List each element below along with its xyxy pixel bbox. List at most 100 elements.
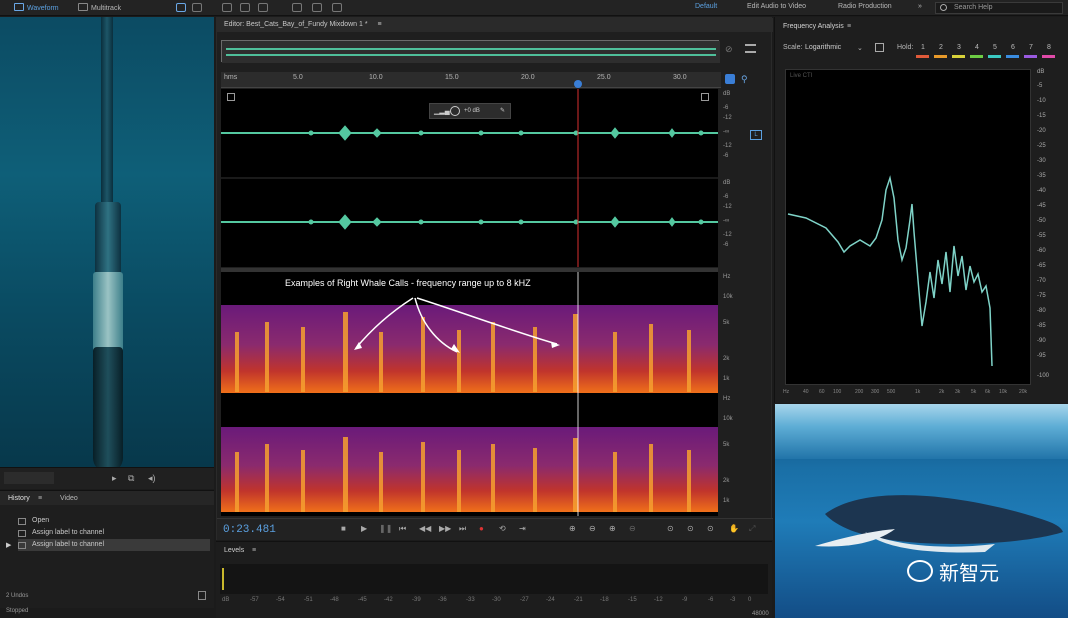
level-bars-icon: ▁▂▄ (434, 108, 450, 115)
lasso-tool-icon[interactable] (292, 3, 302, 12)
brush-tool-icon[interactable] (312, 3, 322, 12)
editor-menu-icon[interactable]: ≡ (378, 21, 382, 28)
tab-history[interactable]: History (8, 495, 30, 502)
spectral-pitch-icon[interactable] (192, 3, 202, 12)
amplitude-knob[interactable] (450, 106, 460, 116)
record-button[interactable]: ● (479, 524, 484, 533)
hold-button-8[interactable]: 8 (1043, 44, 1055, 51)
zoom-in-amplitude-icon[interactable]: ⊕ (569, 524, 576, 533)
freq-menu-icon[interactable]: ≡ (847, 23, 851, 30)
playhead-handle[interactable] (574, 80, 582, 88)
top-left-corner-icon[interactable] (227, 93, 235, 101)
zoom-reset-icon[interactable]: ⤢ (749, 524, 755, 534)
levels-menu-icon[interactable]: ≡ (252, 547, 256, 554)
hold-button-4[interactable]: 4 (971, 44, 983, 51)
fast-forward-button[interactable]: ▶▶ (439, 524, 451, 533)
frequency-plot[interactable]: Live CTI (785, 69, 1031, 385)
history-item[interactable]: Assign label to channel (18, 527, 210, 539)
status-text: Stopped (0, 608, 214, 618)
ruler-tick: 20.0 (521, 74, 535, 81)
multitrack-mode-button[interactable]: Multitrack (78, 3, 121, 12)
spectrogram-annotation: Examples of Right Whale Calls - frequenc… (285, 278, 531, 288)
workspace-default[interactable]: Default (695, 3, 717, 10)
video-volume-icon[interactable]: ◂) (148, 473, 156, 484)
tab-video[interactable]: Video (60, 495, 78, 502)
hold-button-7[interactable]: 7 (1025, 44, 1037, 51)
history-menu-icon[interactable]: ≡ (38, 495, 42, 502)
more-workspaces-icon[interactable]: » (918, 3, 922, 10)
editor-panel: Editor: Best_Cats_Bay_of_Fundy Mixdown 1… (216, 17, 773, 540)
hold-button-1[interactable]: 1 (917, 44, 929, 51)
hz-scale-bottom: Hz 10k 5k 2k 1k (723, 396, 733, 504)
pin-icon[interactable]: ⚲ (741, 74, 748, 85)
hydrophone-mid (93, 272, 123, 352)
skip-selection-button[interactable]: ⇥ (519, 524, 526, 533)
hold-button-5[interactable]: 5 (989, 44, 1001, 51)
freq-title: Frequency Analysis (783, 23, 844, 30)
hold-color-6 (1006, 55, 1019, 58)
spectral-display-icon[interactable] (176, 3, 186, 12)
levels-title: Levels (224, 547, 245, 554)
loop-button[interactable]: ⟲ (499, 524, 506, 533)
move-to-start-button[interactable]: ⏮ (399, 524, 406, 534)
history-item[interactable]: Open (18, 515, 210, 527)
hydrophone-bottom (93, 347, 123, 467)
waveform-display[interactable]: ▁▂▄ +0 dB ✎ (221, 89, 718, 267)
video-fit-icon[interactable]: ⧉ (128, 473, 134, 484)
chevron-down-icon[interactable]: ⌄ (857, 44, 863, 52)
play-button[interactable]: ▶ (361, 524, 367, 533)
freq-copy-icon[interactable] (875, 43, 884, 52)
pin-hud-icon[interactable]: ✎ (500, 107, 505, 114)
amplitude-value: +0 dB (464, 108, 480, 114)
snap-icon[interactable] (725, 74, 735, 84)
zoom-overview-icon[interactable]: ⊘ (725, 44, 737, 56)
move-to-end-button[interactable]: ⏭ (459, 524, 466, 534)
amplitude-hud[interactable]: ▁▂▄ +0 dB ✎ (429, 103, 511, 119)
waveform-mode-button[interactable]: Waveform (14, 3, 59, 12)
zoom-full-icon[interactable]: ⊙ (667, 524, 674, 533)
history-item-selected[interactable]: Assign label to channel (18, 539, 210, 551)
rewind-button[interactable]: ◀◀ (419, 524, 431, 533)
video-controls: ▸ ⧉ ◂) (0, 467, 214, 489)
razor-tool-icon[interactable] (240, 3, 250, 12)
top-right-corner-icon[interactable] (701, 93, 709, 101)
hold-label: Hold: (897, 44, 914, 51)
hold-color-2 (934, 55, 947, 58)
pause-button[interactable]: ❚❚ (379, 524, 392, 533)
hold-button-3[interactable]: 3 (953, 44, 965, 51)
spectral-display[interactable]: Examples of Right Whale Calls - frequenc… (221, 268, 718, 516)
stop-button[interactable]: ■ (341, 524, 346, 533)
workspace-radio-production[interactable]: Radio Production (838, 3, 892, 10)
hold-color-5 (988, 55, 1001, 58)
hold-button-6[interactable]: 6 (1007, 44, 1019, 51)
search-help-input[interactable]: Search Help (935, 2, 1063, 14)
editor-tab[interactable]: Editor: Best_Cats_Bay_of_Fundy Mixdown 1… (217, 18, 773, 32)
whale-illustration (815, 495, 1063, 553)
trash-icon[interactable] (198, 591, 206, 600)
video-play-icon[interactable]: ▸ (112, 473, 117, 484)
hold-button-2[interactable]: 2 (935, 44, 947, 51)
panel-menu-icon[interactable] (745, 44, 756, 53)
zoom-in-time-icon[interactable]: ⊕ (609, 524, 616, 533)
video-scrub-field[interactable] (4, 472, 54, 484)
zoom-selection-icon[interactable]: ⊙ (687, 524, 694, 533)
overview-waveform[interactable] (221, 40, 720, 63)
top-toolbar: Waveform Multitrack Default Edit Audio t… (0, 0, 1068, 16)
hold-color-4 (970, 55, 983, 58)
hand-icon[interactable]: ✋ (729, 524, 739, 533)
zoom-out-amplitude-icon[interactable]: ⊖ (589, 524, 596, 533)
db-scale-top: dB -6 -12 -∞ -12 -6 (723, 91, 732, 159)
channel-l-toggle[interactable]: L (750, 130, 762, 140)
scale-select[interactable]: Logarithmic (805, 44, 841, 51)
spot-heal-icon[interactable] (332, 3, 342, 12)
hz-scale-top: Hz 10k 5k 2k 1k (723, 274, 733, 382)
slip-tool-icon[interactable] (258, 3, 268, 12)
workspace-edit-audio-to-video[interactable]: Edit Audio to Video (747, 3, 806, 10)
zoom-left-icon[interactable]: ⊙ (707, 524, 714, 533)
ruler-tick: 10.0 (369, 74, 383, 81)
multitrack-icon (78, 3, 88, 11)
time-ruler[interactable]: hms 5.0 10.0 15.0 20.0 25.0 30.0 (221, 72, 721, 88)
zoom-out-time-icon[interactable]: ⊖ (629, 524, 636, 533)
move-tool-icon[interactable] (222, 3, 232, 12)
history-tabs: History ≡ Video (0, 491, 214, 505)
